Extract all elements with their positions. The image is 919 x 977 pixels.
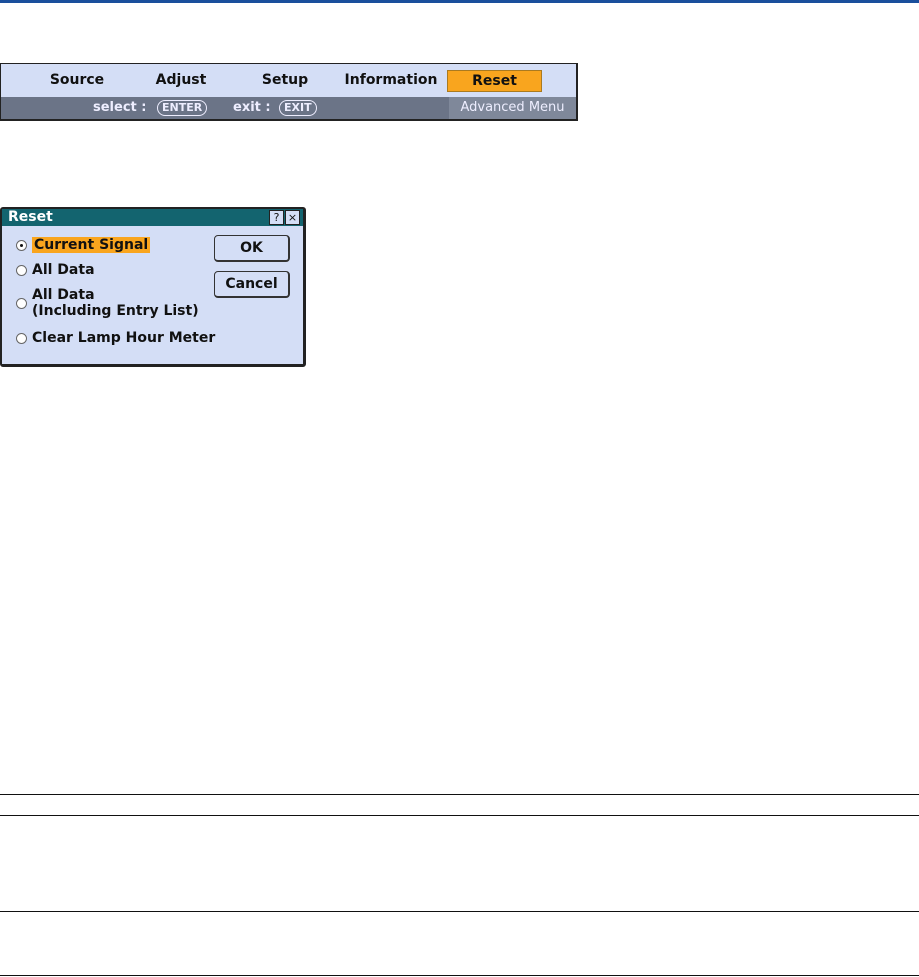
option-label-2: (Including Entry List) xyxy=(32,303,199,319)
tab-adjust[interactable]: Adjust xyxy=(146,70,216,90)
divider xyxy=(0,794,919,795)
header-rule xyxy=(0,0,919,3)
ok-button[interactable]: OK xyxy=(214,235,290,262)
option-all-data-including-entry-list[interactable]: All Data (Including Entry List) xyxy=(16,287,199,319)
radio-icon[interactable] xyxy=(16,298,27,309)
option-label: Clear Lamp Hour Meter xyxy=(32,330,216,346)
option-current-signal[interactable]: Current Signal xyxy=(16,237,151,253)
menu-bar: Source Adjust Setup Information Reset se… xyxy=(0,63,578,121)
option-label: All Data xyxy=(32,262,95,278)
divider xyxy=(0,975,919,976)
dialog-titlebar: Reset ? × xyxy=(2,209,303,226)
select-label: select : xyxy=(93,100,147,115)
divider xyxy=(0,911,919,912)
advanced-menu-label: Advanced Menu xyxy=(449,97,576,119)
tab-reset[interactable]: Reset xyxy=(447,70,542,92)
radio-selected-icon[interactable] xyxy=(16,240,27,251)
option-clear-lamp-hour-meter[interactable]: Clear Lamp Hour Meter xyxy=(16,330,216,346)
option-label: Current Signal xyxy=(32,237,151,253)
option-label: All Data xyxy=(32,287,95,303)
tab-setup[interactable]: Setup xyxy=(251,70,319,90)
enter-key: ENTER xyxy=(157,100,208,116)
tab-information[interactable]: Information xyxy=(341,70,441,90)
divider xyxy=(0,815,919,816)
reset-dialog: Reset ? × Current Signal All Data All Da… xyxy=(0,207,306,367)
option-all-data[interactable]: All Data xyxy=(16,262,95,278)
menu-tabs: Source Adjust Setup Information Reset xyxy=(1,64,576,97)
dialog-title: Reset xyxy=(8,209,53,225)
close-icon[interactable]: × xyxy=(285,210,300,225)
exit-key: EXIT xyxy=(279,100,317,116)
radio-icon[interactable] xyxy=(16,265,27,276)
cancel-button[interactable]: Cancel xyxy=(214,271,290,298)
tab-source[interactable]: Source xyxy=(41,70,113,90)
hint-bar: select : ENTER exit : EXIT Advanced Menu xyxy=(1,97,576,119)
exit-label: exit : xyxy=(233,100,271,115)
help-icon[interactable]: ? xyxy=(269,210,284,225)
radio-icon[interactable] xyxy=(16,333,27,344)
